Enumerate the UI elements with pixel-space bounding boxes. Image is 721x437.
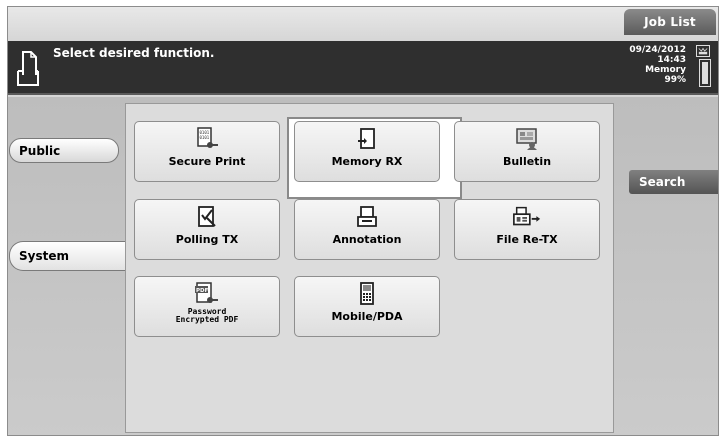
memory-gauge-fill (702, 62, 708, 84)
password-label-line2: Encrypted PDF (175, 315, 239, 324)
tab-public[interactable]: Public (9, 138, 119, 163)
memory-gauge-icon (699, 59, 711, 87)
svg-text:PDF: PDF (196, 288, 209, 294)
mobile-pda-icon (360, 282, 374, 305)
memory-rx-label: Memory RX (331, 155, 403, 168)
bulletin-icon (516, 128, 537, 150)
polling-tx-button[interactable]: Polling TX (134, 199, 280, 260)
screen: Job List Select desired function. 09/24/… (7, 6, 719, 436)
password-encrypted-pdf-label: Password Encrypted PDF (176, 308, 239, 324)
date-text: 09/24/2012 (629, 45, 686, 55)
message-bar: Select desired function. 09/24/2012 14:4… (8, 41, 718, 95)
annotation-button[interactable]: Annotation (294, 199, 440, 260)
secure-print-label: Secure Print (168, 155, 246, 168)
memory-percent: 99% (664, 75, 686, 85)
annotation-icon (357, 206, 377, 227)
memory-rx-button[interactable]: Memory RX (294, 121, 440, 182)
mobile-pda-label: Mobile/PDA (331, 310, 403, 323)
memory-label: Memory (645, 65, 686, 75)
toner-icon (696, 45, 710, 57)
bulletin-label: Bulletin (502, 155, 552, 168)
password-encrypted-pdf-button[interactable]: PDF Password Encrypted PDF (134, 276, 280, 337)
file-re-tx-label: File Re-TX (496, 233, 558, 246)
document-icon (17, 51, 39, 86)
polling-tx-label: Polling TX (175, 233, 239, 246)
time-text: 14:43 (657, 55, 686, 65)
job-list-button[interactable]: Job List (624, 9, 716, 35)
svg-text:0101: 0101 (200, 135, 210, 140)
file-re-tx-icon (513, 206, 541, 226)
secure-print-icon: 0101 0101 (197, 127, 218, 148)
search-button[interactable]: Search (629, 170, 718, 194)
encrypted-pdf-icon: PDF (195, 282, 218, 303)
status-panel: 09/24/2012 14:43 Memory 99% (629, 45, 686, 85)
message-text: Select desired function. (53, 46, 215, 60)
tab-system[interactable]: System (9, 241, 127, 271)
top-bar: Job List (8, 7, 718, 41)
bulletin-button[interactable]: Bulletin (454, 121, 600, 182)
mobile-pda-button[interactable]: Mobile/PDA (294, 276, 440, 337)
annotation-label: Annotation (332, 233, 402, 246)
polling-tx-icon (198, 206, 216, 227)
memory-rx-icon (358, 128, 375, 149)
file-re-tx-button[interactable]: File Re-TX (454, 199, 600, 260)
secure-print-button[interactable]: 0101 0101 Secure Print (134, 121, 280, 182)
